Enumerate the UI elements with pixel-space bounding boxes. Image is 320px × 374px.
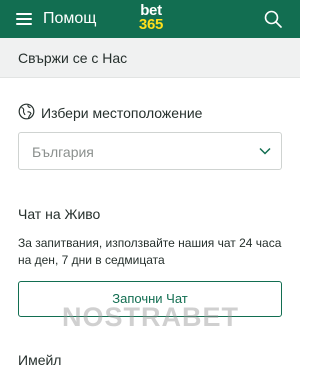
page-title: Помощ [43,10,97,27]
top-bar: Помощ bet 365 [0,0,300,38]
globe-icon [18,103,35,120]
logo-text-bottom: 365 [138,16,164,33]
start-chat-button[interactable]: Започни Чат [18,281,282,317]
hamburger-menu-icon[interactable] [16,13,32,25]
email-section-title: Имейл [18,352,62,368]
search-icon[interactable] [264,10,282,28]
bet365-logo[interactable]: bet 365 [135,3,167,33]
subheader: Свържи се с Нас [0,38,300,78]
live-chat-title: Чат на Живо [18,206,101,222]
location-label: Избери местоположение [41,105,203,121]
chevron-down-icon [259,147,271,155]
section-title: Свържи се с Нас [18,50,128,66]
country-select[interactable]: България [18,132,282,170]
country-select-value: България [32,144,94,160]
live-chat-description: За запитвания, използвайте нашия чат 24 … [18,236,282,267]
